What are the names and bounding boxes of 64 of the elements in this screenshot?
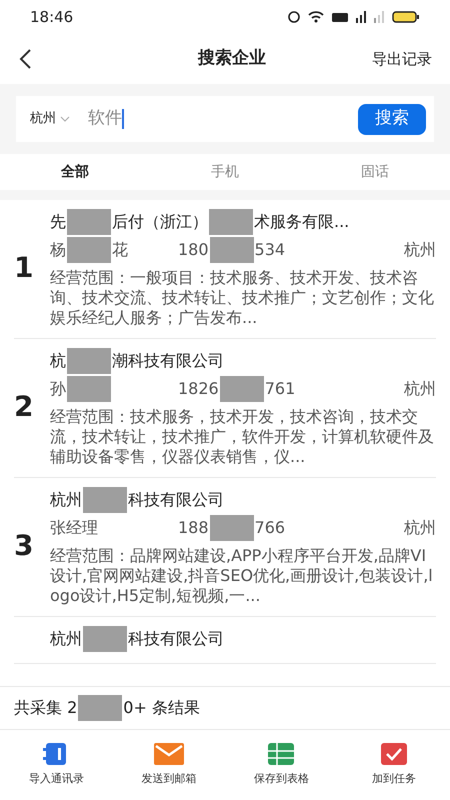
action-button[interactable]: 导入通讯录 (0, 742, 112, 788)
redaction-block (210, 237, 254, 263)
result-count: 0+ 条结果 (123, 697, 200, 719)
search-field[interactable]: 软件 (88, 106, 358, 132)
action-button[interactable]: 加到任务 (338, 742, 450, 788)
company-name: 科技有限公司 (128, 628, 224, 650)
result-number: 1 (14, 250, 34, 286)
export-records-button[interactable]: 导出记录 (372, 48, 432, 70)
redaction-block (209, 209, 253, 235)
task-icon (380, 742, 407, 765)
company-name: 术服务有限... (254, 211, 350, 233)
redaction-block (210, 515, 254, 541)
city-label: 杭州 (404, 378, 436, 400)
contact-name: 花 (112, 239, 128, 261)
filter-tab[interactable]: 固话 (300, 162, 450, 182)
search-button[interactable]: 搜索 (358, 104, 426, 134)
company-name: 先 (50, 211, 66, 233)
phone-number: 761 (264, 378, 296, 400)
battery-icon (392, 11, 420, 23)
business-scope: 经营范围：一般项目：技术服务、技术开发、技术咨询、技术交流、技术转让、技术推广；文艺创作；文化娱乐经纪人服务；广告发布... (50, 268, 435, 328)
redaction-block (67, 209, 111, 235)
phone-number: 1826 (178, 378, 219, 400)
redaction-block (67, 237, 111, 263)
status-time: 18:46 (30, 6, 74, 28)
action-button[interactable]: 发送到邮箱 (112, 742, 225, 788)
phone-number: 188 (178, 517, 209, 539)
page-title: 搜索企业 (198, 47, 266, 70)
redaction-block (220, 376, 264, 402)
company-name: 后付（浙江） (112, 211, 208, 233)
redaction-block (67, 376, 111, 402)
phone-number: 534 (254, 239, 286, 261)
chevron-down-icon (60, 116, 70, 122)
phone-number: 180 (178, 239, 209, 261)
back-icon (18, 48, 32, 70)
redaction-block (83, 626, 127, 652)
company-name: 杭州 (50, 628, 82, 650)
contact-name: 杨 (50, 239, 66, 261)
city-label: 杭州 (404, 517, 436, 539)
result-number: 2 (14, 389, 34, 425)
business-scope: 经营范围：品牌网站建设,APP小程序平台开发,品牌VI设计,官网网站建设,抖音SEO优化,画册设计,包装设计,logo设计,H5定制,短视频,一... (50, 546, 434, 606)
wifi-icon (308, 11, 324, 23)
envelope-icon (154, 742, 184, 765)
city-label: 杭州 (404, 239, 436, 261)
filter-tab[interactable]: 全部 (0, 162, 150, 182)
result-number: 3 (14, 528, 34, 564)
contact-name: 张经理 (50, 517, 98, 539)
result-count: 共采集 2 (14, 697, 78, 719)
search-value: 软件 (88, 107, 122, 130)
company-name: 杭州 (50, 489, 82, 511)
spreadsheet-icon (268, 742, 294, 765)
company-name: 科技有限公司 (128, 489, 224, 511)
redaction-block (67, 348, 111, 374)
filter-tab[interactable]: 手机 (150, 162, 300, 182)
contact-name: 孙 (50, 378, 66, 400)
redaction-block (78, 695, 122, 721)
city-dropdown[interactable]: 杭州 (30, 109, 70, 129)
signal-icon (374, 11, 384, 23)
action-button[interactable]: 保存到表格 (225, 742, 338, 788)
redaction-block (83, 487, 127, 513)
phone-number: 766 (254, 517, 286, 539)
company-name: 杭 (50, 350, 66, 372)
signal-icon (356, 11, 366, 23)
company-name: 潮科技有限公司 (112, 350, 224, 372)
business-scope: 经营范围：技术服务，技术开发，技术咨询，技术交流，技术转让，技术推广，软件开发，计算机软硬件及辅助设备零售，仪器仪表销售，仪... (50, 407, 435, 467)
